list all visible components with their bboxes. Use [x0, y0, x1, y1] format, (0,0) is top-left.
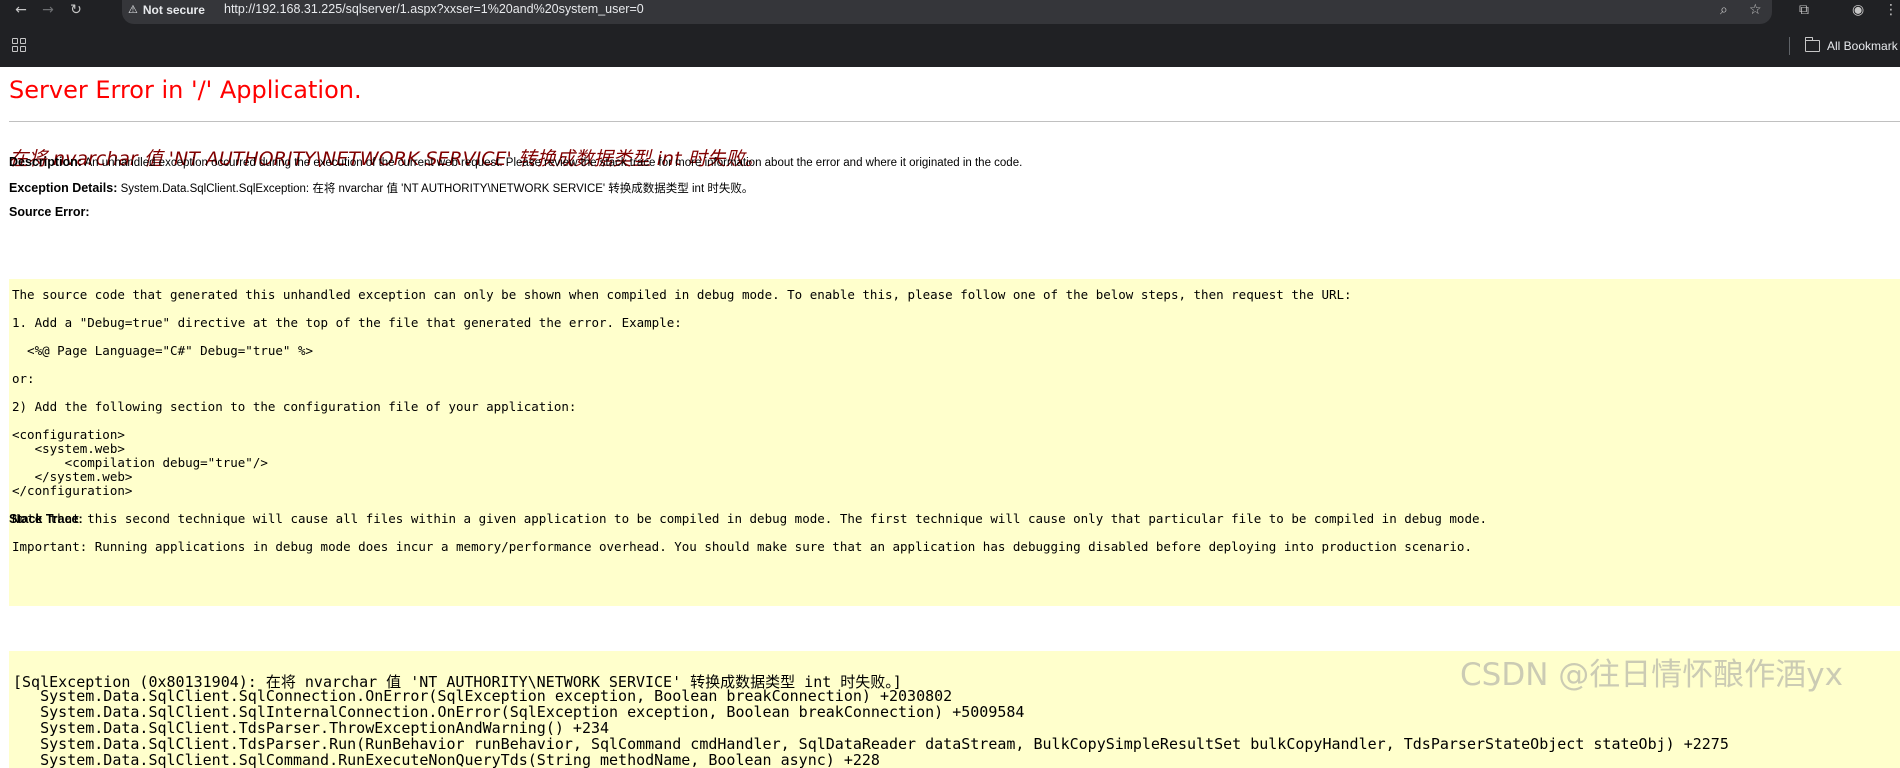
bookmarks-bar: All Bookmark: [0, 33, 1900, 59]
description-label: Description:: [9, 155, 82, 169]
source-error-label: Source Error:: [9, 205, 90, 219]
warning-icon: ⚠: [128, 3, 138, 16]
browser-chrome: ← → ↻ ⚠ Not secure http://192.168.31.225…: [0, 0, 1900, 67]
profile-icon[interactable]: ◉: [1852, 0, 1864, 19]
security-label: Not secure: [142, 2, 205, 17]
bookmark-star-icon[interactable]: ☆: [1749, 0, 1762, 19]
source-line: <configuration>: [12, 427, 125, 442]
stack-trace-label: Stack Trace:: [9, 512, 83, 526]
page-title: Server Error in '/' Application.: [9, 76, 362, 104]
source-line: </system.web>: [12, 469, 133, 484]
exception-details-text: System.Data.SqlClient.SqlException: 在将 n…: [117, 183, 754, 195]
address-bar[interactable]: ⚠ Not secure http://192.168.31.225/sqlse…: [122, 0, 1772, 24]
menu-icon[interactable]: ⋮: [1884, 0, 1898, 19]
description-text: An unhandled exception occurred during t…: [81, 157, 1023, 169]
security-chip[interactable]: ⚠ Not secure: [128, 0, 205, 19]
watermark: CSDN @往日情怀酿作酒yx: [1460, 657, 1843, 693]
stack-line: System.Data.SqlClient.SqlCommand.RunExec…: [13, 751, 880, 768]
folder-icon: [1804, 37, 1820, 52]
all-bookmarks-label: All Bookmark: [1827, 39, 1898, 53]
source-line: The source code that generated this unha…: [12, 287, 1352, 302]
source-line: or:: [12, 371, 35, 386]
arrow-right-icon: →: [42, 2, 54, 18]
extensions-icon[interactable]: ⧉: [1799, 0, 1809, 19]
zoom-icon[interactable]: ⌕: [1720, 0, 1728, 19]
exception-details-row: Exception Details: System.Data.SqlClient…: [9, 180, 753, 196]
source-line: 1. Add a "Debug=true" directive at the t…: [12, 315, 682, 330]
title-divider: [9, 121, 1900, 122]
forward-button[interactable]: →: [37, 0, 59, 20]
source-line: 2) Add the following section to the conf…: [12, 399, 577, 414]
source-line: <%@ Page Language="C#" Debug="true" %>: [12, 343, 314, 358]
reload-icon: ↻: [70, 2, 82, 18]
browser-toolbar: ← → ↻ ⚠ Not secure http://192.168.31.225…: [0, 0, 1900, 24]
apps-grid-icon[interactable]: [12, 38, 26, 52]
source-line: </configuration>: [12, 483, 133, 498]
description-row: Description: An unhandled exception occu…: [9, 155, 1022, 169]
back-button[interactable]: ←: [10, 0, 32, 20]
source-line: Important: Running applications in debug…: [12, 539, 1472, 554]
all-bookmarks-button[interactable]: All Bookmark: [1804, 37, 1898, 55]
arrow-left-icon: ←: [15, 2, 27, 18]
source-line: <compilation debug="true"/>: [12, 455, 268, 470]
source-line: Note that this second technique will cau…: [12, 511, 1488, 526]
exception-details-label: Exception Details:: [9, 181, 118, 195]
reload-button[interactable]: ↻: [65, 0, 87, 20]
bookmarks-divider: [1789, 37, 1790, 55]
source-line: <system.web>: [12, 441, 125, 456]
url-text[interactable]: http://192.168.31.225/sqlserver/1.aspx?x…: [224, 2, 644, 16]
source-error-panel: The source code that generated this unha…: [9, 279, 1900, 606]
